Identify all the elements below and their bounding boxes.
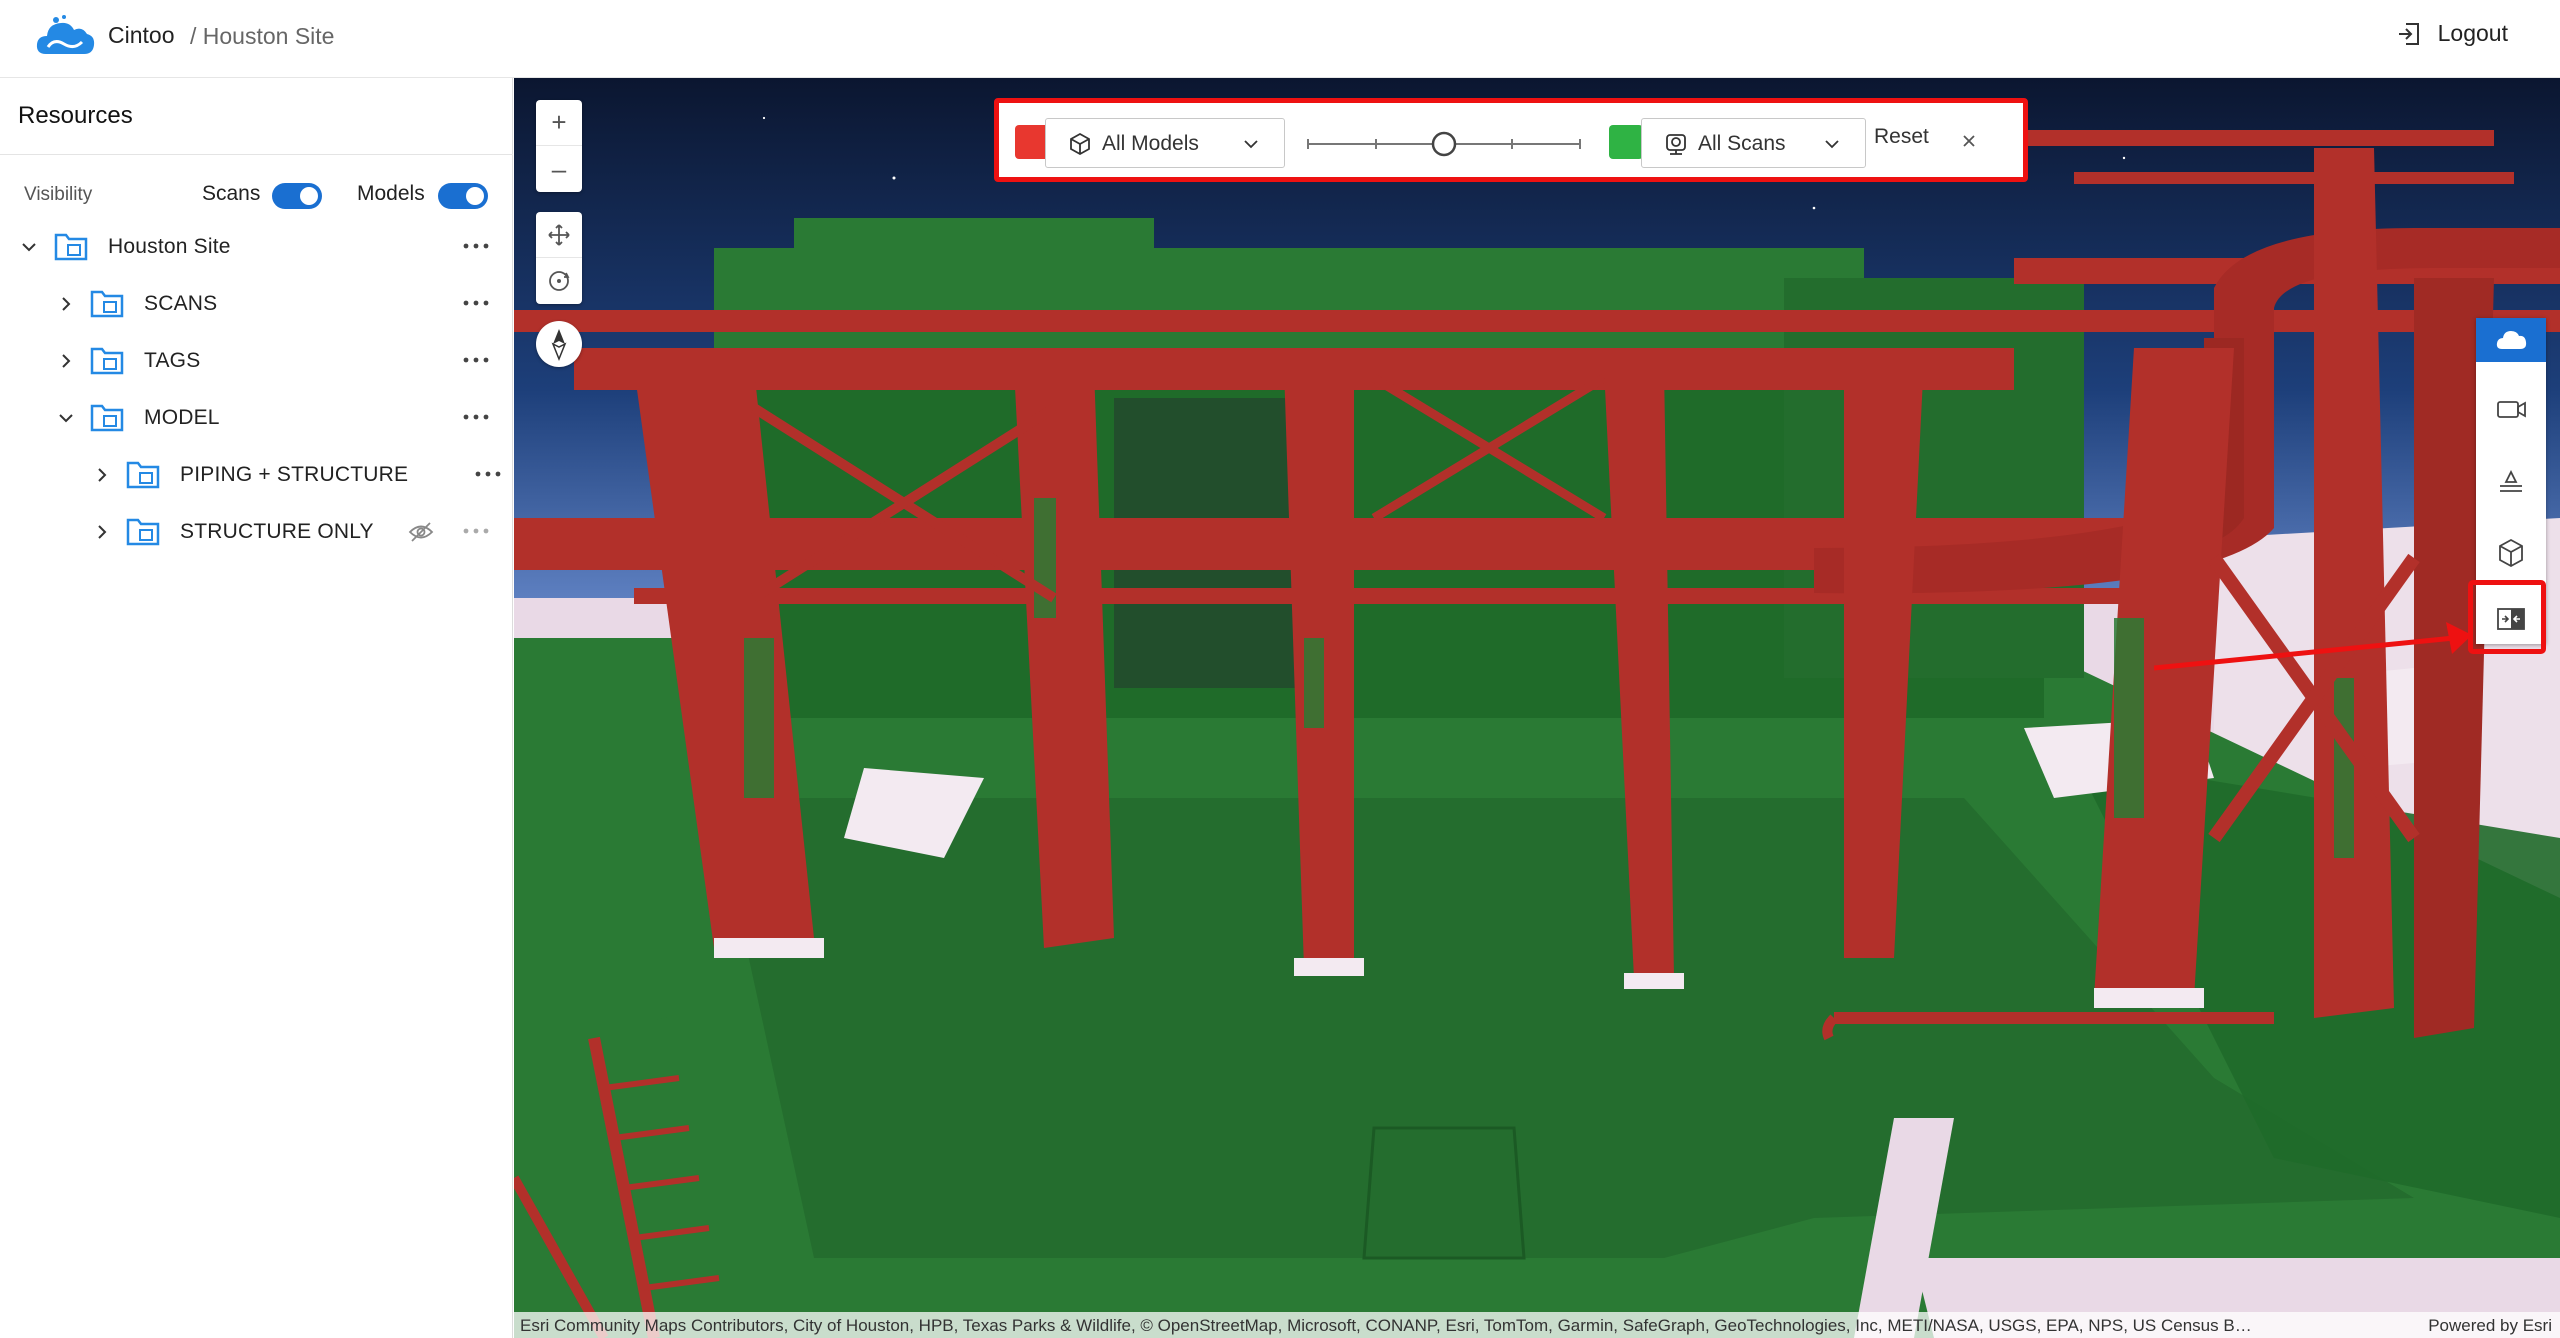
models-dropdown-label: All Models	[1102, 132, 1199, 155]
compare-button-highlight	[2468, 580, 2546, 654]
breadcrumb: / Houston Site	[190, 23, 335, 49]
scan-layers-button[interactable]	[2476, 446, 2546, 516]
point-cloud-scene[interactable]	[514, 78, 2560, 1338]
models-toggle[interactable]	[438, 183, 488, 209]
toggle-knob	[300, 187, 318, 205]
powered-by-esri[interactable]: Powered by Esri	[2428, 1316, 2552, 1336]
tree-item-label: TAGS	[144, 349, 201, 372]
models-dropdown[interactable]: All Models	[1045, 118, 1285, 168]
eye-off-icon[interactable]	[408, 521, 434, 543]
cintoo-logo-icon[interactable]	[34, 14, 96, 60]
tree-item-label: PIPING + STRUCTURE	[180, 463, 409, 486]
project-folder-icon	[54, 233, 88, 261]
model-button[interactable]	[2476, 518, 2546, 588]
logout-label: Logout	[2437, 20, 2508, 46]
tree-item-piping-structure[interactable]: PIPING + STRUCTURE	[0, 446, 513, 503]
more-options-icon[interactable]	[461, 349, 491, 371]
zoom-out-button[interactable]: –	[536, 146, 582, 192]
resources-title: Resources	[18, 102, 133, 129]
chevron-right-icon[interactable]	[56, 294, 76, 314]
model-cube-icon	[1070, 132, 1090, 156]
compass-button[interactable]	[536, 321, 582, 367]
folder-icon	[90, 347, 124, 375]
pan-icon	[548, 223, 570, 246]
orbit-button[interactable]	[536, 258, 582, 304]
model-color-swatch[interactable]	[1015, 125, 1049, 159]
tree-item-tags[interactable]: TAGS	[0, 332, 513, 389]
close-icon[interactable]	[1951, 123, 1987, 159]
compass-icon	[551, 329, 567, 361]
annotation-arrow	[2154, 622, 2472, 671]
tree-item-label: SCANS	[144, 292, 218, 315]
more-options-icon[interactable]	[461, 520, 491, 542]
attribution-text[interactable]: Esri Community Maps Contributors, City o…	[520, 1316, 2260, 1336]
cintoo-cloud-button[interactable]	[2476, 318, 2546, 362]
layers-scan-icon	[2500, 469, 2522, 492]
app-name[interactable]: Cintoo	[108, 22, 174, 49]
camera-button[interactable]	[2476, 374, 2546, 444]
models-toggle-label: Models	[357, 182, 425, 205]
chevron-right-icon[interactable]	[56, 351, 76, 371]
scans-dropdown-label: All Scans	[1698, 132, 1786, 155]
folder-icon	[90, 404, 124, 432]
zoom-in-button[interactable]: +	[536, 100, 582, 146]
navigation-mode-controls	[536, 212, 582, 304]
scans-toggle[interactable]	[272, 183, 322, 209]
divider	[0, 154, 513, 155]
logout-button[interactable]: Logout	[2396, 20, 2508, 47]
visibility-label: Visibility	[24, 184, 93, 205]
more-options-icon[interactable]	[461, 292, 491, 314]
folder-icon	[126, 461, 160, 489]
scans-toggle-label: Scans	[202, 182, 261, 205]
tree-item-label: MODEL	[144, 406, 220, 429]
map-attribution: Esri Community Maps Contributors, City o…	[514, 1312, 2560, 1338]
visibility-row: Visibility Scans Models	[0, 168, 513, 218]
compare-toolbar: All Models All Scans Reset	[994, 98, 2028, 182]
reset-button[interactable]: Reset	[1874, 125, 1929, 149]
tree-item-label: STRUCTURE ONLY	[180, 520, 374, 543]
tree-item-houston-site[interactable]: Houston Site	[0, 218, 513, 275]
cloud-icon	[2496, 331, 2527, 349]
scans-dropdown[interactable]: All Scans	[1641, 118, 1866, 168]
toggle-knob	[466, 187, 484, 205]
more-options-icon[interactable]	[461, 406, 491, 428]
scan-station-icon	[1666, 134, 1686, 155]
folder-icon	[126, 518, 160, 546]
scan-color-swatch[interactable]	[1609, 125, 1643, 159]
resources-sidebar: Resources Visibility Scans Models Housto…	[0, 78, 513, 1338]
camera-icon	[2497, 401, 2526, 418]
chevron-down-icon[interactable]	[19, 237, 39, 257]
top-header: Cintoo / Houston Site Logout	[0, 0, 2560, 78]
tree-item-label: Houston Site	[108, 235, 231, 258]
tree-item-structure-only[interactable]: STRUCTURE ONLY	[0, 503, 513, 560]
chevron-right-icon[interactable]	[92, 465, 112, 485]
chevron-right-icon[interactable]	[92, 522, 112, 542]
zoom-controls: + –	[536, 100, 582, 192]
pan-button[interactable]	[536, 212, 582, 258]
logout-icon	[2398, 22, 2419, 45]
orbit-icon	[549, 271, 570, 291]
slider-thumb[interactable]	[1431, 131, 1457, 157]
more-options-icon[interactable]	[461, 235, 491, 257]
3d-viewer[interactable]: + – All Models All Scans Reset Esri Comm…	[514, 78, 2560, 1338]
compare-slider[interactable]	[1304, 127, 1584, 161]
chevron-down-icon[interactable]	[56, 408, 76, 428]
tree-item-model[interactable]: MODEL	[0, 389, 513, 446]
folder-icon	[90, 290, 124, 318]
chevron-down-icon	[1244, 140, 1258, 149]
model-cube-icon	[2499, 538, 2523, 568]
tree-item-scans[interactable]: SCANS	[0, 275, 513, 332]
more-options-icon[interactable]	[473, 463, 503, 485]
chevron-down-icon	[1825, 140, 1839, 149]
